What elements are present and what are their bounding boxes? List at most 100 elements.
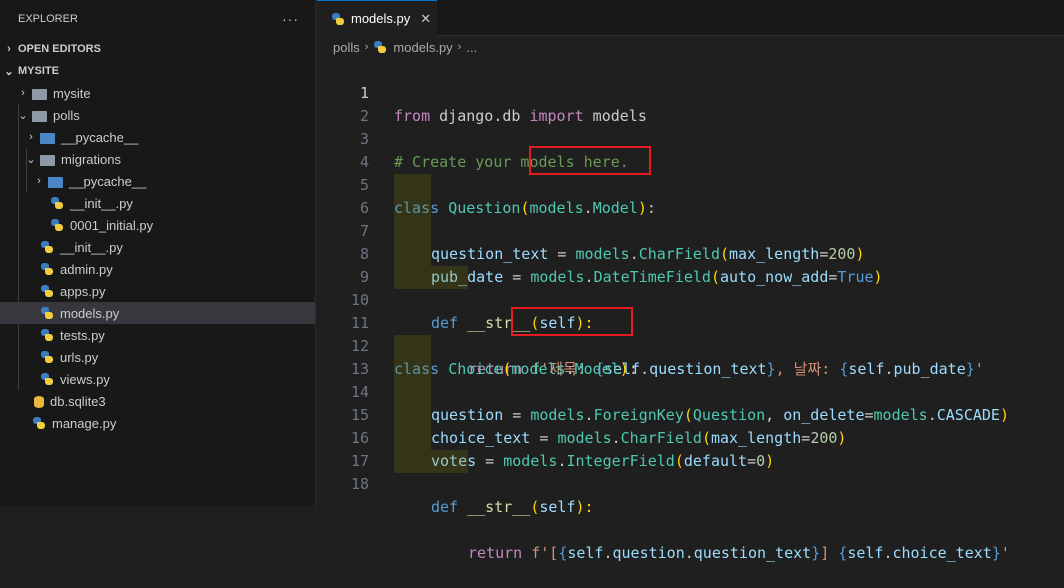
project-section[interactable]: ⌄ MYSITE xyxy=(0,60,315,82)
folder-icon xyxy=(32,88,47,100)
code-line: 17 def __str__(self): xyxy=(317,427,1064,516)
tree-item-label: __pycache__ xyxy=(69,173,147,189)
tree-item-label: admin.py xyxy=(60,261,113,277)
code-line: 5 class Question(models.Model): xyxy=(317,146,1064,217)
tree-folder-polls[interactable]: ⌄ polls xyxy=(0,104,315,126)
explorer-header: EXPLORER ··· xyxy=(0,0,315,38)
tree-item-label: 0001_initial.py xyxy=(70,217,154,233)
indent-guide xyxy=(394,243,431,266)
open-editors-label: OPEN EDITORS xyxy=(18,43,101,55)
folder-open-icon xyxy=(40,154,55,166)
tree-item-label: __init__.py xyxy=(60,239,123,255)
code-line: 12 class Choice(models.Model): xyxy=(317,307,1064,378)
tree-folder-mysite[interactable]: › mysite xyxy=(0,82,315,104)
code-line: 16 xyxy=(317,404,1064,447)
indent-guide xyxy=(394,450,431,473)
highlight-box xyxy=(511,307,633,336)
tree-folder-pycache[interactable]: › __pycache__ xyxy=(0,126,315,148)
python-file-icon xyxy=(50,196,64,210)
indent-guide xyxy=(394,174,431,197)
indent-guide xyxy=(431,266,468,289)
tree-item-label: __pycache__ xyxy=(61,129,139,145)
tree-file-tests[interactable]: tests.py xyxy=(0,324,315,346)
indent-guide xyxy=(394,404,431,427)
code-line: 13 question = models.ForeignKey(Question… xyxy=(317,335,1064,424)
close-icon[interactable]: ✕ xyxy=(420,11,431,27)
breadcrumb-file[interactable]: models.py xyxy=(393,40,452,55)
python-file-icon xyxy=(50,218,64,232)
breadcrumb-more[interactable]: ... xyxy=(466,40,477,55)
code-text: def __str__(self): xyxy=(431,498,594,516)
tree-file-db-sqlite[interactable]: db.sqlite3 xyxy=(0,390,315,412)
tree-folder-migrations-pycache[interactable]: › __pycache__ xyxy=(0,170,315,192)
indent-guide xyxy=(394,358,431,381)
chevron-right-icon: › xyxy=(37,175,41,187)
code-line: 10 return f'제목: {self.question_text}, 날짜… xyxy=(317,266,1064,378)
code-editor[interactable]: 1 from django.db import models 2 3 # Cre… xyxy=(317,59,1064,562)
tree-file-manage[interactable]: manage.py xyxy=(0,412,315,434)
line-number: 18 xyxy=(350,475,369,493)
indent-guide xyxy=(394,381,431,404)
tab-models-py[interactable]: models.py ✕ xyxy=(317,0,437,36)
python-file-icon xyxy=(373,40,387,54)
code-line: 7 pub_date = models.DateTimeField(auto_n… xyxy=(317,197,1064,286)
explorer-sidebar: EXPLORER ··· › OPEN EDITORS ⌄ MYSITE › m… xyxy=(0,0,316,506)
tree-file-urls[interactable]: urls.py xyxy=(0,346,315,368)
tree-item-label: tests.py xyxy=(60,327,105,343)
indent-guide xyxy=(394,335,431,358)
python-file-icon xyxy=(331,12,345,26)
database-icon xyxy=(34,396,44,408)
tree-file-init[interactable]: __init__.py xyxy=(0,236,315,258)
tree-file-migrations-init[interactable]: __init__.py xyxy=(0,192,315,214)
tree-item-label: polls xyxy=(53,107,80,123)
code-line: 2 xyxy=(317,82,1064,125)
tree-file-models[interactable]: models.py xyxy=(0,302,315,324)
tree-file-views[interactable]: views.py xyxy=(0,368,315,390)
chevron-right-icon: › xyxy=(457,41,462,53)
code-line: 8 xyxy=(317,220,1064,263)
tree-item-label: urls.py xyxy=(60,349,99,365)
tree-item-label: models.py xyxy=(60,305,120,321)
indent-guide xyxy=(394,197,431,220)
explorer-title: EXPLORER xyxy=(18,13,78,25)
chevron-down-icon: ⌄ xyxy=(26,153,36,166)
highlight-box xyxy=(529,146,651,175)
code-text: return f'[{self.question.question_text}]… xyxy=(468,544,1010,562)
indent-guide xyxy=(394,220,431,243)
python-file-icon xyxy=(40,306,54,320)
tree-item-label: views.py xyxy=(60,371,110,387)
tree-file-admin[interactable]: admin.py xyxy=(0,258,315,280)
tree-item-label: manage.py xyxy=(52,415,117,431)
tree-item-label: db.sqlite3 xyxy=(50,393,106,409)
code-line: 4 xyxy=(317,128,1064,171)
indent-guide xyxy=(394,266,431,289)
tree-file-0001-initial[interactable]: 0001_initial.py xyxy=(0,214,315,236)
folder-icon xyxy=(48,176,63,188)
python-file-icon xyxy=(40,262,54,276)
more-actions-icon[interactable]: ··· xyxy=(282,11,299,27)
folder-icon xyxy=(40,132,55,144)
code-line: 11 xyxy=(317,289,1064,332)
breadcrumb-folder[interactable]: polls xyxy=(333,40,360,55)
tree-item-label: migrations xyxy=(61,151,121,167)
tree-item-label: mysite xyxy=(53,85,91,101)
tree-file-apps[interactable]: apps.py xyxy=(0,280,315,302)
tree-folder-migrations[interactable]: ⌄ migrations xyxy=(0,148,315,170)
python-file-icon xyxy=(32,416,46,430)
tree-item-label: __init__.py xyxy=(70,195,133,211)
open-editors-section[interactable]: › OPEN EDITORS xyxy=(0,38,315,60)
chevron-right-icon: › xyxy=(364,41,369,53)
chevron-down-icon: ⌄ xyxy=(4,65,14,78)
chevron-right-icon: › xyxy=(21,87,25,99)
code-line: 14 choice_text = models.CharField(max_le… xyxy=(317,358,1064,447)
chevron-right-icon: › xyxy=(29,131,33,143)
code-line: 6 question_text = models.CharField(max_l… xyxy=(317,174,1064,263)
tab-label: models.py xyxy=(351,11,411,26)
indent-guide xyxy=(431,450,468,473)
code-line: 9 def __str__(self): xyxy=(317,243,1064,332)
project-label: MYSITE xyxy=(18,65,59,77)
python-file-icon xyxy=(40,350,54,364)
chevron-down-icon: ⌄ xyxy=(18,109,28,122)
code-line: 1 from django.db import models xyxy=(317,59,1064,125)
python-file-icon xyxy=(40,372,54,386)
